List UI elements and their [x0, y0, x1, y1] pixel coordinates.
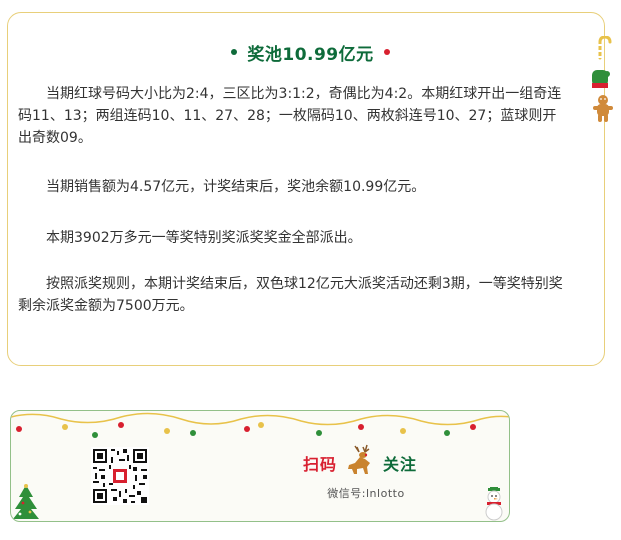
- garland-decoration-icon: [11, 412, 509, 438]
- article-title: 奖池10.99亿元: [247, 44, 374, 65]
- follow-footer-card: 扫码 关注 微信号:lnlotto: [10, 410, 510, 522]
- wechat-id: 微信号:lnlotto: [327, 487, 405, 500]
- title-bullet-icon: [231, 49, 238, 55]
- christmas-tree-icon: [13, 484, 39, 519]
- mitten-icon: [592, 70, 610, 88]
- gingerbread-icon: [593, 95, 613, 122]
- scan-label: 扫码: [303, 455, 338, 474]
- christmas-decoration-icon: [592, 36, 613, 122]
- reindeer-icon: [348, 444, 370, 474]
- article-paragraph: 当期红球号码大小比为2:4，三区比为3:1:2，奇偶比为4:2。本期红球开出一组…: [18, 86, 562, 146]
- article-paragraph: 按照派奖规则，本期计奖结束后，双色球12亿元大派奖活动还剩3期，一等奖特别奖剩余…: [18, 276, 563, 314]
- article-paragraph: 本期3902万多元一等奖特别奖派奖奖金全部派出。: [46, 230, 362, 246]
- article-paragraph: 当期销售额为4.57亿元，计奖结束后，奖池余额10.99亿元。: [46, 179, 426, 195]
- qr-code-icon[interactable]: [91, 447, 149, 505]
- follow-label: 关注: [383, 455, 418, 474]
- snowman-icon: [485, 487, 503, 521]
- article-title-row: 奖池10.99亿元: [0, 38, 621, 66]
- candy-cane-icon: [598, 36, 612, 60]
- title-bullet-icon: [383, 49, 390, 55]
